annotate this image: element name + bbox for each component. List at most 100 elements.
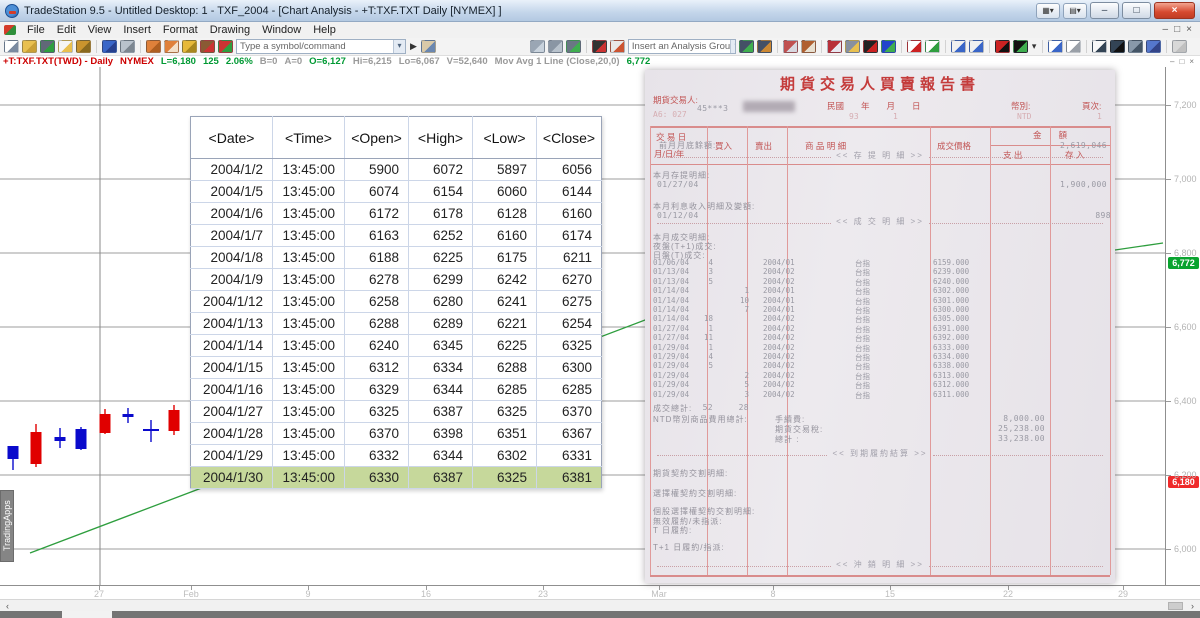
workspace-orange-2-icon[interactable]: [164, 40, 179, 53]
report-transaction-cell: 2004/02: [763, 380, 818, 389]
restore-button[interactable]: □: [1122, 2, 1151, 19]
section-deposit: << 存 提 明 細 >>: [657, 150, 1103, 161]
table-row[interactable]: 2004/1/513:45:006074615460606144: [191, 181, 602, 203]
new-page-icon[interactable]: [58, 40, 73, 53]
tile-windows-icon[interactable]: [530, 40, 545, 53]
quote-board-icon[interactable]: [881, 40, 896, 53]
disabled-button-icon[interactable]: [1172, 40, 1187, 53]
save-desktop-icon[interactable]: [40, 40, 55, 53]
edit-pen-icon[interactable]: [200, 40, 215, 53]
format-window-icon[interactable]: [801, 40, 816, 53]
tick-bars-1-icon[interactable]: [951, 40, 966, 53]
table-row[interactable]: 2004/1/913:45:006278629962426270: [191, 269, 602, 291]
candle-down-icon[interactable]: [925, 40, 940, 53]
pointer-text-icon[interactable]: [1110, 40, 1125, 53]
open-folder-icon[interactable]: [22, 40, 37, 53]
horizontal-scrollbar[interactable]: ‹ ›: [0, 599, 1200, 611]
table-cell: 6334: [409, 357, 473, 379]
chart-minimize-button[interactable]: –: [1170, 57, 1174, 66]
time-tick-label: 22: [993, 589, 1023, 599]
new-document-icon[interactable]: [4, 40, 19, 53]
trade-bar-icon[interactable]: [1146, 40, 1161, 53]
analysis-group-2-icon[interactable]: [757, 40, 772, 53]
chart-restore-button[interactable]: □: [1179, 57, 1184, 66]
menu-edit[interactable]: Edit: [51, 24, 82, 36]
symbol-command-input-caret-icon[interactable]: ▾: [393, 40, 405, 53]
send-window-icon[interactable]: [783, 40, 798, 53]
radar-dropdown-caret[interactable]: ▾: [1031, 41, 1038, 52]
menu-view[interactable]: View: [82, 24, 118, 36]
mdi-restore-button[interactable]: □: [1174, 23, 1180, 37]
zoom-in-icon[interactable]: [1048, 40, 1063, 53]
zoom-out-icon[interactable]: [1066, 40, 1081, 53]
analysis-group-select-caret-icon[interactable]: ▾: [730, 40, 736, 53]
time-axis[interactable]: 27Feb91623Mar8152229: [0, 585, 1200, 599]
tick-bars-2-icon[interactable]: [969, 40, 984, 53]
scroll-left-button[interactable]: ‹: [1, 601, 14, 611]
color-matrix-icon[interactable]: [995, 40, 1010, 53]
chart-window-icon[interactable]: [863, 40, 878, 53]
radar-screen-icon[interactable]: [1013, 40, 1028, 53]
open-page-icon[interactable]: [76, 40, 91, 53]
quick-text-button[interactable]: ▤▾: [1063, 3, 1087, 19]
scroll-right-button[interactable]: ›: [1186, 601, 1199, 611]
table-cell: 6288: [473, 357, 537, 379]
table-row[interactable]: 2004/1/713:45:006163625261606174: [191, 225, 602, 247]
cascade-windows-icon[interactable]: [548, 40, 563, 53]
table-row[interactable]: 2004/1/813:45:006188622561756211: [191, 247, 602, 269]
menu-drawing[interactable]: Drawing: [204, 24, 256, 36]
print-icon[interactable]: [120, 40, 135, 53]
report-transaction-row: 01/29/0442004/02台指6334.000: [645, 352, 1115, 361]
symbol-lookup-icon[interactable]: [421, 40, 436, 53]
time-tick-label: Mar: [644, 589, 674, 599]
table-row[interactable]: 2004/1/2913:45:006332634463026331: [191, 445, 602, 467]
grid-windows-icon[interactable]: [566, 40, 581, 53]
pointer-icon[interactable]: [1092, 40, 1107, 53]
hot-lists-icon[interactable]: [592, 40, 607, 53]
mdi-minimize-button[interactable]: –: [1163, 23, 1169, 37]
drawing-tools-icon[interactable]: [1128, 40, 1143, 53]
palette-icon[interactable]: [218, 40, 233, 53]
ohlc-data-table[interactable]: <Date><Time><Open><High><Low><Close> 200…: [190, 116, 602, 489]
run-command-button[interactable]: ▶: [409, 41, 418, 52]
chart-close-button[interactable]: ×: [1189, 57, 1194, 66]
scrollbar-thumb[interactable]: [1168, 602, 1183, 610]
table-cell: 13:45:00: [273, 379, 345, 401]
table-cell: 6163: [345, 225, 409, 247]
table-row[interactable]: 2004/1/1313:45:006288628962216254: [191, 313, 602, 335]
table-row[interactable]: 2004/1/2813:45:006370639863516367: [191, 423, 602, 445]
quick-trade-button[interactable]: ▦▾: [1036, 3, 1060, 19]
candle-up-icon[interactable]: [907, 40, 922, 53]
table-cell: 6175: [473, 247, 537, 269]
symbol-command-input[interactable]: Type a symbol/command▾: [236, 39, 406, 54]
table-row[interactable]: 2004/1/2713:45:006325638763256370: [191, 401, 602, 423]
analysis-group-1-icon[interactable]: [739, 40, 754, 53]
table-row[interactable]: 2004/1/1413:45:006240634562256325: [191, 335, 602, 357]
menu-insert[interactable]: Insert: [117, 24, 157, 36]
legend-segment-3: 125: [203, 56, 219, 67]
table-row[interactable]: 2004/1/1513:45:006312633462886300: [191, 357, 602, 379]
insert-symbol-icon[interactable]: [610, 40, 625, 53]
mdi-close-button[interactable]: ×: [1186, 23, 1192, 37]
menu-format[interactable]: Format: [157, 24, 204, 36]
table-row[interactable]: 2004/1/213:45:005900607258976056: [191, 159, 602, 181]
close-button[interactable]: ×: [1154, 2, 1195, 19]
menu-window[interactable]: Window: [256, 24, 307, 36]
futures-delivery-label: 期貨契約交割明細:: [653, 468, 728, 479]
lock-icon[interactable]: [182, 40, 197, 53]
table-row[interactable]: 2004/1/613:45:006172617861286160: [191, 203, 602, 225]
analysis-group-select[interactable]: Insert an Analysis Grou▾: [628, 39, 736, 54]
table-cell: 6370: [537, 401, 602, 423]
table-row[interactable]: 2004/1/3013:45:006330638763256381: [191, 467, 602, 489]
menu-help[interactable]: Help: [307, 24, 342, 36]
session-clock-icon[interactable]: [845, 40, 860, 53]
menu-file[interactable]: File: [21, 24, 51, 36]
save-icon[interactable]: [102, 40, 117, 53]
alert-calendar-icon[interactable]: [827, 40, 842, 53]
price-axis[interactable]: 6,772 6,180 7,2007,0006,8006,6006,4006,2…: [1165, 67, 1200, 585]
minimize-button[interactable]: –: [1090, 2, 1119, 19]
trading-apps-tab[interactable]: TradingApps: [0, 490, 14, 562]
table-row[interactable]: 2004/1/1613:45:006329634462856285: [191, 379, 602, 401]
table-row[interactable]: 2004/1/1213:45:006258628062416275: [191, 291, 602, 313]
workspace-orange-icon[interactable]: [146, 40, 161, 53]
